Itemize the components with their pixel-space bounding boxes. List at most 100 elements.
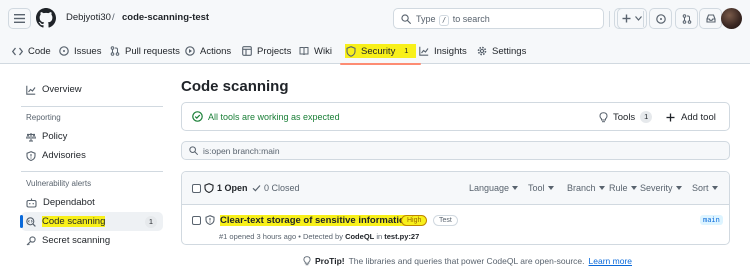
tab-label: Projects <box>257 45 292 57</box>
avatar[interactable] <box>721 8 742 29</box>
light-bulb-icon <box>599 111 608 122</box>
issues-button[interactable] <box>649 8 672 29</box>
tab-settings[interactable]: Settings <box>477 38 526 64</box>
sidebar-item-secret-scanning[interactable]: Secret scanning <box>21 231 163 250</box>
check-circle-icon <box>192 111 203 122</box>
sidebar-heading-reporting: Reporting <box>26 113 61 122</box>
tab-projects[interactable]: Projects <box>242 38 291 64</box>
tool-filter-button[interactable]: Tool <box>528 183 554 193</box>
pull-requests-button[interactable] <box>675 8 698 29</box>
play-icon <box>185 46 195 56</box>
shield-icon <box>26 150 36 161</box>
breadcrumb-repo[interactable]: code-scanning-test <box>122 12 209 23</box>
select-all-checkbox[interactable] <box>192 184 201 193</box>
tool-status-banner: All tools are working as expected Tools … <box>181 102 730 131</box>
branch-tag[interactable]: main <box>700 215 723 225</box>
chevron-down-icon <box>635 16 642 21</box>
breadcrumb-owner[interactable]: Debjyoti30 <box>66 12 111 23</box>
severity-filter-button[interactable]: Severity <box>640 183 682 193</box>
inbox-icon <box>705 14 716 23</box>
closed-filter-button[interactable]: 0 Closed <box>252 183 300 193</box>
tab-label: Security <box>361 45 396 57</box>
issue-opened-icon <box>655 13 666 24</box>
app-header: Debjyoti30 / code-scanning-test Type / t… <box>0 0 750 65</box>
sorter-label: Rule <box>609 183 628 193</box>
branch-filter-button[interactable]: Branch <box>567 183 605 193</box>
filter-input[interactable]: is:open branch:main <box>181 141 730 160</box>
tab-wiki[interactable]: Wiki <box>299 38 332 64</box>
git-pull-request-icon <box>110 46 120 56</box>
protip-text: The libraries and queries that power Cod… <box>348 256 585 266</box>
tab-label: Pull requests <box>125 45 180 57</box>
tools-button[interactable]: Tools 1 <box>599 108 653 126</box>
check-icon <box>252 185 261 192</box>
alerts-list-header: 1 Open 0 Closed Language Tool Branch Rul… <box>182 172 729 205</box>
plus-icon <box>666 113 675 121</box>
sidebar-item-code-scanning[interactable]: Code scanning 1 <box>20 212 163 231</box>
sidebar-item-overview[interactable]: Overview <box>21 80 163 99</box>
tab-insights[interactable]: Insights <box>419 38 467 64</box>
tab-actions[interactable]: Actions <box>185 38 231 64</box>
book-icon <box>299 47 309 56</box>
table-icon <box>242 46 252 56</box>
caret-down-icon <box>547 186 554 190</box>
tab-label: Wiki <box>314 45 332 57</box>
search-input[interactable]: Type / to search <box>393 8 604 29</box>
security-count-badge: 1 <box>404 46 409 55</box>
sidebar-heading-vulnerability-alerts: Vulnerability alerts <box>26 179 92 188</box>
tab-label: Code <box>28 45 51 57</box>
tab-label: Insights <box>434 45 467 57</box>
gear-icon <box>477 46 487 56</box>
learn-more-link[interactable]: Learn more <box>589 256 632 266</box>
caret-down-icon <box>711 186 718 190</box>
sidebar-item-advisories[interactable]: Advisories <box>21 146 163 165</box>
rule-filter-button[interactable]: Rule <box>609 183 637 193</box>
sorter-label: Branch <box>567 183 596 193</box>
caret-down-icon <box>512 186 519 190</box>
tab-pull-requests[interactable]: Pull requests <box>110 38 180 64</box>
codescan-icon <box>26 216 36 227</box>
alert-meta: #1 opened 3 hours ago • Detected by Code… <box>219 232 420 241</box>
tab-label: Settings <box>492 45 527 57</box>
tab-code[interactable]: Code <box>12 38 51 64</box>
sidebar-item-label: Advisories <box>42 150 86 161</box>
shield-icon <box>205 215 215 225</box>
github-logo-icon[interactable] <box>36 8 56 28</box>
sorter-label: Tool <box>528 183 545 193</box>
language-filter-button[interactable]: Language <box>469 183 519 193</box>
severity-badge: High <box>401 215 428 226</box>
dependabot-icon <box>26 198 37 208</box>
light-bulb-icon <box>303 256 311 266</box>
tab-issues[interactable]: Issues <box>59 38 101 64</box>
repo-nav-tabs: Code Issues Pull requests Actions Projec… <box>0 38 750 65</box>
git-pull-request-icon <box>682 13 691 24</box>
caret-down-icon <box>598 186 605 190</box>
open-count-label: 1 Open <box>217 183 248 193</box>
inbox-button[interactable] <box>699 8 722 29</box>
add-tool-button[interactable]: Add tool <box>666 108 716 126</box>
graph-icon <box>26 85 36 95</box>
add-tool-label: Add tool <box>681 111 716 123</box>
sidebar-item-dependabot[interactable]: Dependabot <box>21 193 163 212</box>
top-bar: Debjyoti30 / code-scanning-test Type / t… <box>0 0 750 38</box>
search-icon <box>189 146 198 155</box>
sidebar-item-label: Policy <box>42 131 68 142</box>
law-icon <box>26 132 36 142</box>
key-icon <box>26 235 36 245</box>
tab-security[interactable]: Security 1 <box>339 38 422 65</box>
graph-icon <box>419 46 429 56</box>
sorter-label: Severity <box>640 183 673 193</box>
sidebar-item-label: Secret scanning <box>42 235 111 246</box>
page-title: Code scanning <box>181 78 289 95</box>
open-filter-button[interactable]: 1 Open <box>204 183 248 193</box>
menu-button[interactable] <box>8 8 31 29</box>
sidebar-item-policy[interactable]: Policy <box>21 127 163 146</box>
sort-button[interactable]: Sort <box>692 183 718 193</box>
caret-down-icon <box>630 186 637 190</box>
shield-icon <box>346 45 356 57</box>
sidebar-item-label: Code scanning <box>42 216 106 227</box>
alert-title-link[interactable]: Clear-text storage of sensitive informat… <box>220 215 411 226</box>
alert-checkbox[interactable] <box>192 216 201 225</box>
sorter-label: Language <box>469 183 510 193</box>
sidebar-divider <box>21 171 163 172</box>
